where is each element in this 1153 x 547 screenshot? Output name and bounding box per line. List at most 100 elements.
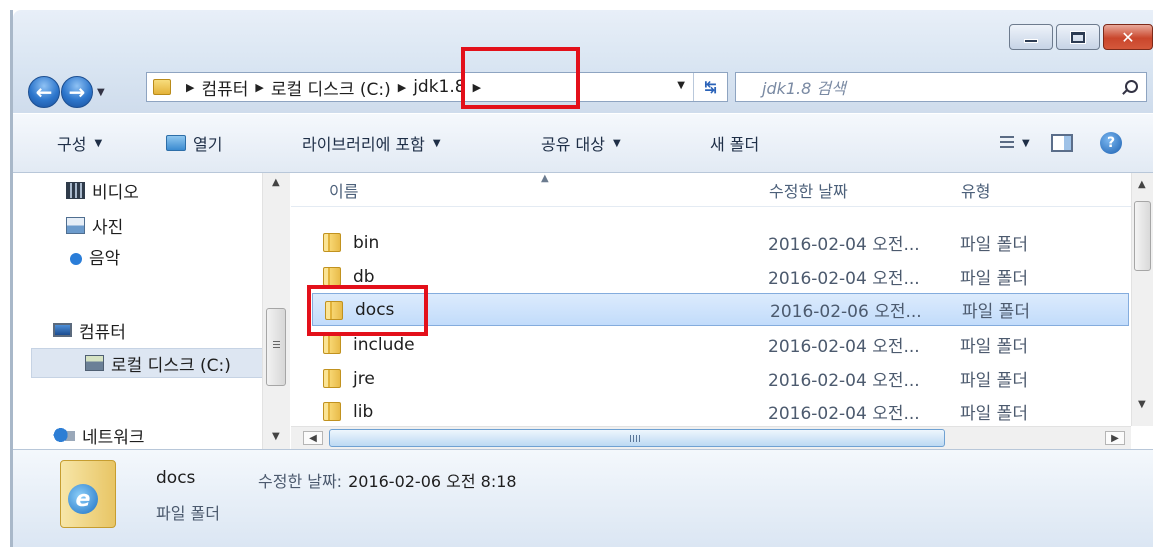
file-list-horizontal-scrollbar[interactable]: ◀ ▶ xyxy=(291,426,1131,449)
nav-pane-scrollbar[interactable]: ▲ ▼ xyxy=(262,173,290,453)
nav-item-label: 비디오 xyxy=(92,182,139,203)
scroll-right-icon[interactable]: ▶ xyxy=(1105,431,1125,445)
file-row[interactable]: bin 2016-02-04 오전... 파일 폴더 xyxy=(311,226,1129,259)
scroll-up-icon[interactable]: ▲ xyxy=(1138,179,1146,190)
file-list-vertical-scrollbar[interactable]: ▲ ▼ xyxy=(1131,173,1153,426)
new-folder-label: 새 폴더 xyxy=(710,135,760,154)
scroll-down-icon[interactable]: ▼ xyxy=(272,431,280,442)
file-date-modified: 2016-02-04 오전... xyxy=(768,371,920,391)
file-type: 파일 폴더 xyxy=(962,302,1030,322)
chevron-down-icon: ▼ xyxy=(1022,137,1030,149)
breadcrumb-computer[interactable]: 컴퓨터 xyxy=(201,75,248,100)
chevron-right-icon[interactable]: ▶ xyxy=(255,81,263,94)
open-button[interactable]: 열기 xyxy=(166,131,222,155)
scroll-up-icon[interactable]: ▲ xyxy=(272,177,280,188)
change-view-button[interactable]: ▼ xyxy=(1000,136,1030,150)
folder-icon xyxy=(323,402,341,421)
include-in-library-button[interactable]: 라이브러리에 포함 ▼ xyxy=(302,131,441,155)
nav-item-label: 음악 xyxy=(89,248,121,269)
command-bar: 구성 ▼ 열기 라이브러리에 포함 ▼ 공유 대상 ▼ 새 폴더 ▼ ? xyxy=(13,113,1153,173)
nav-item-label: 네트워크 xyxy=(82,427,145,448)
file-row[interactable]: db 2016-02-04 오전... 파일 폴더 xyxy=(311,260,1129,293)
details-type: 파일 폴더 xyxy=(156,504,220,523)
file-type: 파일 폴더 xyxy=(960,337,1028,357)
chevron-right-icon[interactable]: ▶ xyxy=(398,81,406,94)
sort-ascending-icon: ▲ xyxy=(541,173,549,184)
address-bar[interactable]: ▶ 컴퓨터 ▶ 로컬 디스크 (C:) ▶ jdk1.8 ▶ ▼ ↹ xyxy=(146,72,728,102)
local-disk-icon xyxy=(85,355,104,371)
share-with-button[interactable]: 공유 대상 ▼ xyxy=(541,131,621,155)
file-row[interactable]: jre 2016-02-04 오전... 파일 폴더 xyxy=(311,362,1129,395)
file-list: 이름 ▲ 수정한 날짜 유형 bin 2016-02-04 오전... 파일 폴더 d… xyxy=(291,173,1153,426)
folder-icon xyxy=(153,79,171,95)
refresh-button[interactable]: ↹ xyxy=(693,73,727,101)
close-button[interactable]: ✕ xyxy=(1103,24,1153,50)
nav-item-computer[interactable]: 컴퓨터 xyxy=(53,315,126,345)
nav-item-local-disk[interactable]: 로컬 디스크 (C:) xyxy=(31,348,267,378)
organize-button[interactable]: 구성 ▼ xyxy=(57,131,102,155)
help-button[interactable]: ? xyxy=(1100,132,1122,154)
file-date-modified: 2016-02-04 오전... xyxy=(768,337,920,357)
breadcrumb-local-disk[interactable]: 로컬 디스크 (C:) xyxy=(271,75,391,100)
search-input[interactable]: jdk1.8 검색 xyxy=(735,72,1147,102)
refresh-icon: ↹ xyxy=(704,78,717,96)
back-button[interactable]: ← xyxy=(28,76,60,108)
minimize-button[interactable] xyxy=(1009,24,1053,50)
include-library-label: 라이브러리에 포함 xyxy=(302,135,425,154)
file-type: 파일 폴더 xyxy=(960,371,1028,391)
file-name: docs xyxy=(355,299,395,320)
grip-icon xyxy=(630,435,640,442)
maximize-button[interactable] xyxy=(1056,24,1100,50)
details-date-label: 수정한 날짜: xyxy=(258,472,343,491)
details-pane: e docs 파일 폴더 수정한 날짜: 2016-02-06 오전 8:18 xyxy=(13,449,1153,547)
file-row[interactable]: lib 2016-02-04 오전... 파일 폴더 xyxy=(311,395,1129,426)
search-icon[interactable] xyxy=(1125,80,1138,93)
file-date-modified: 2016-02-04 오전... xyxy=(768,235,920,255)
column-type[interactable]: 유형 xyxy=(961,178,990,202)
chevron-down-icon: ▼ xyxy=(432,137,441,149)
computer-icon xyxy=(53,323,72,337)
scroll-left-icon[interactable]: ◀ xyxy=(303,431,323,445)
new-folder-button[interactable]: 새 폴더 xyxy=(710,131,759,155)
address-dropdown-icon[interactable]: ▼ xyxy=(677,80,685,91)
folder-icon xyxy=(325,301,343,320)
chevron-right-icon[interactable]: ▶ xyxy=(473,81,481,94)
file-type: 파일 폴더 xyxy=(960,404,1028,424)
folder-thumbnail: e xyxy=(60,460,118,528)
scroll-down-icon[interactable]: ▼ xyxy=(1138,399,1146,410)
maximize-icon xyxy=(1070,30,1086,44)
chevron-right-icon[interactable]: ▶ xyxy=(186,81,194,94)
column-name[interactable]: 이름 xyxy=(329,178,358,202)
help-icon: ? xyxy=(1100,132,1122,154)
nav-item-network[interactable]: 네트워크 xyxy=(53,420,145,450)
nav-item-label: 컴퓨터 xyxy=(79,322,126,343)
details-date-value: 2016-02-06 오전 8:18 xyxy=(348,472,517,491)
nav-item-pictures[interactable]: 사진 xyxy=(66,210,123,240)
file-name: bin xyxy=(353,232,380,253)
window-border xyxy=(0,0,13,547)
internet-explorer-icon: e xyxy=(68,484,98,514)
view-list-icon xyxy=(1000,136,1014,150)
file-name: include xyxy=(353,334,415,355)
forward-button[interactable]: → xyxy=(61,76,93,108)
nav-item-videos[interactable]: 비디오 xyxy=(66,175,139,205)
scrollbar-thumb[interactable] xyxy=(329,429,945,447)
file-row[interactable]: docs 2016-02-06 오전... 파일 폴더 xyxy=(312,293,1129,326)
window-top-margin xyxy=(10,0,1153,10)
preview-pane-button[interactable] xyxy=(1051,134,1073,152)
scrollbar-thumb[interactable] xyxy=(1134,201,1151,271)
open-label: 열기 xyxy=(193,135,223,154)
nav-item-label: 사진 xyxy=(92,217,124,238)
column-date-modified[interactable]: 수정한 날짜 xyxy=(769,178,848,202)
share-label: 공유 대상 xyxy=(541,135,605,154)
breadcrumb-jdk[interactable]: jdk1.8 xyxy=(413,77,465,97)
file-row[interactable]: include 2016-02-04 오전... 파일 폴더 xyxy=(311,328,1129,361)
organize-label: 구성 xyxy=(57,135,87,154)
pictures-library-icon xyxy=(66,216,85,234)
nav-item-music[interactable]: 음악 xyxy=(66,241,120,271)
preview-pane-icon xyxy=(1051,134,1073,152)
chevron-down-icon: ▼ xyxy=(94,137,103,149)
scrollbar-thumb[interactable] xyxy=(266,308,286,386)
recent-pages-dropdown[interactable]: ▼ xyxy=(97,87,105,98)
details-date-modified: 수정한 날짜: 2016-02-06 오전 8:18 xyxy=(258,468,517,492)
